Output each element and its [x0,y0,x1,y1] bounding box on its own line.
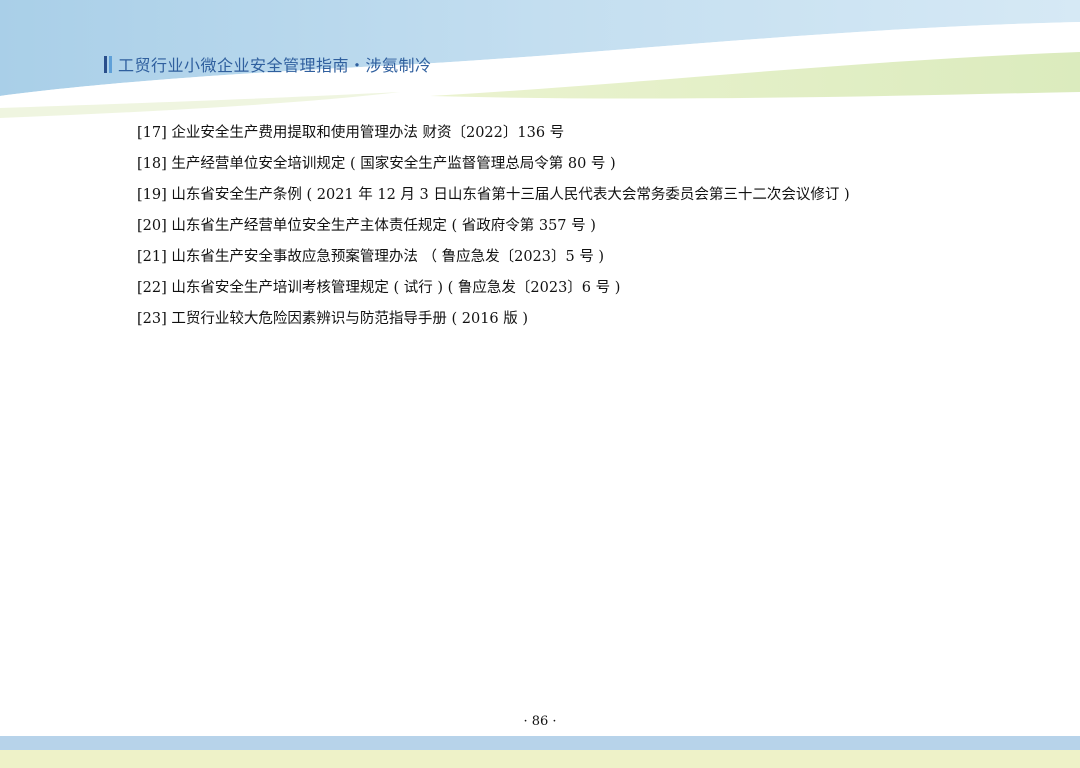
header-bars-icon [104,55,112,73]
running-header: 工贸行业小微企业安全管理指南・涉氨制冷 [104,52,432,76]
reference-item: [22] 山东省安全生产培训考核管理规定 ( 试行 ) ( 鲁应急发〔2023〕… [137,280,621,296]
reference-item: [17] 企业安全生产费用提取和使用管理办法 财资〔2022〕136 号 [137,125,565,141]
reference-item: [23] 工贸行业较大危险因素辨识与防范指导手册 ( 2016 版 ) [137,311,529,327]
reference-list: [17] 企业安全生产费用提取和使用管理办法 财资〔2022〕136 号 [18… [137,118,1037,335]
reference-item: [19] 山东省安全生产条例 ( 2021 年 12 月 3 日山东省第十三届人… [137,187,850,203]
footer-band-blue [0,736,1080,750]
page-number: · 86 · [523,714,557,729]
header-title: 工贸行业小微企业安全管理指南・涉氨制冷 [118,56,432,75]
reference-item: [18] 生产经营单位安全培训规定 ( 国家安全生产监督管理总局令第 80 号 … [137,156,616,172]
reference-item: [20] 山东省生产经营单位安全生产主体责任规定 ( 省政府令第 357 号 ) [137,218,596,234]
footer-band-yellow [0,750,1080,768]
reference-item: [21] 山东省生产安全事故应急预案管理办法 （ 鲁应急发〔2023〕5 号 ) [137,249,605,265]
